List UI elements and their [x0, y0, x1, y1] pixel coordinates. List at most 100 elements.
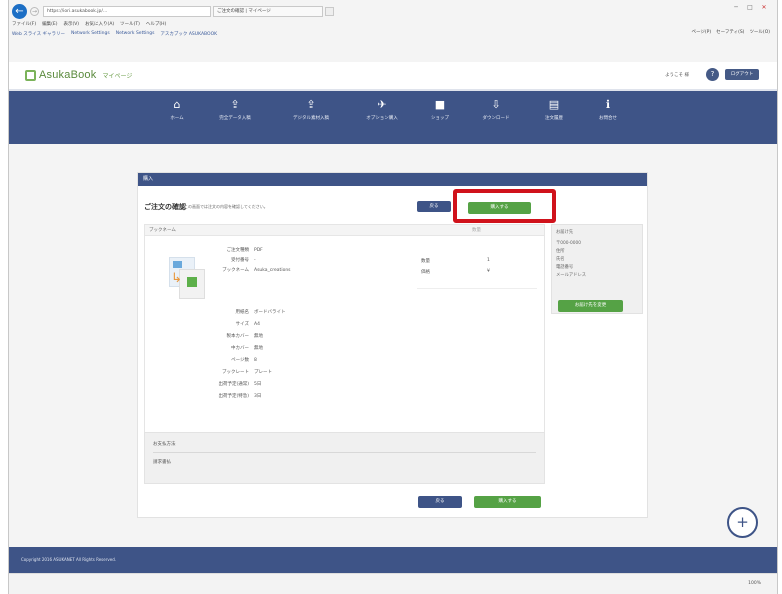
back-button-bottom[interactable]: 戻る: [418, 496, 462, 508]
favorite-link[interactable]: Network Settings: [116, 31, 155, 36]
change-shipping-button[interactable]: お届け先を変更: [558, 300, 623, 312]
logout-button[interactable]: ログアウト: [725, 69, 759, 80]
menu-file[interactable]: ファイル(F): [12, 21, 36, 27]
spec-key: サイズ: [235, 322, 249, 327]
menu-favorites[interactable]: お気に入り(A): [85, 21, 114, 27]
menu-edit[interactable]: 編集(E): [42, 21, 57, 27]
close-icon[interactable]: ✕: [758, 3, 770, 12]
address-row: ← → https://iori.asukabook.jp/... ご注文の確認…: [9, 2, 777, 20]
add-icon[interactable]: +: [727, 507, 758, 538]
maximize-icon[interactable]: □: [744, 3, 756, 12]
user-icon[interactable]: ?: [706, 68, 719, 81]
favorites-bar: Web スライス ギャラリー Network Settings Network …: [12, 29, 772, 38]
spec-row: 用紙名 ボードバライト: [205, 309, 405, 317]
browser-statusbar: 100%: [9, 573, 777, 594]
quantity-block: 数量 1 価格 ¥: [417, 252, 537, 289]
order-confirm-card: 購入 ご注文の確認 この画面では注文の内容を確認してください。 戻る 購入する …: [137, 172, 648, 518]
detail-row: 受付番号 -: [205, 257, 405, 265]
forward-arrow-icon[interactable]: →: [30, 6, 39, 16]
page-title: ご注文の確認: [144, 203, 186, 211]
shipping-title: お届け先: [556, 230, 574, 235]
detail-row: ブックネーム Asuka_creations: [205, 267, 405, 275]
tool-safety[interactable]: セーフティ(S): [716, 29, 744, 35]
main-navbar: ⌂ ホーム ⇪ 完全データ入稿 ⇪ デジタル素材入稿 ✈ オプション購入 ■ シ…: [9, 89, 777, 144]
back-button[interactable]: 戻る: [417, 201, 451, 212]
minimize-icon[interactable]: ─: [730, 3, 742, 12]
spec-value: 5日: [254, 382, 262, 387]
thumb-green: [187, 277, 197, 287]
menu-bar: ファイル(F) 編集(E) 表示(V) お気に入り(A) ツール(T) ヘルプ(…: [12, 21, 166, 27]
shipping-line: 氏名: [556, 257, 565, 262]
payment-title: お支払方法: [153, 442, 176, 447]
menu-help[interactable]: ヘルプ(H): [146, 21, 166, 27]
panel-header-qty: 数量: [472, 228, 481, 233]
nav-shop[interactable]: ■ ショップ: [415, 97, 465, 121]
menu-view[interactable]: 表示(V): [63, 21, 79, 27]
spec-key: 中カバー: [231, 346, 249, 351]
nav-contact[interactable]: ℹ お問合せ: [581, 97, 635, 121]
logo-text: AsukaBook: [39, 69, 97, 81]
spec-value: 3日: [254, 394, 262, 399]
spec-key: 出荷予定(通常): [218, 382, 249, 387]
spec-key: ページ数: [231, 358, 249, 363]
nav-download[interactable]: ⇩ ダウンロード: [465, 97, 527, 121]
favorite-link[interactable]: アスカブック ASUKABOOK: [160, 31, 217, 37]
spec-row: 製本カバー 無地: [205, 333, 405, 341]
plane-icon: ✈: [377, 98, 387, 111]
shipping-line: 電話番号: [556, 265, 574, 270]
nav-home[interactable]: ⌂ ホーム: [157, 97, 197, 121]
favorite-link[interactable]: Web スライス ギャラリー: [12, 31, 65, 37]
spec-value: プレート: [254, 370, 272, 375]
panel-header-label: ブックネーム: [149, 228, 176, 233]
shipping-line: 住所: [556, 249, 565, 254]
tool-page[interactable]: ページ(P): [691, 29, 711, 35]
document-icon: ▤: [548, 98, 560, 111]
spec-row: サイズ A4: [205, 321, 405, 329]
nav-label: ショップ: [431, 116, 449, 121]
payment-value: 請求書払: [153, 460, 171, 465]
qty-value: 1: [487, 258, 490, 263]
nav-label: ホーム: [170, 116, 184, 121]
download-icon: ⇩: [491, 98, 501, 111]
nav-label: オプション購入: [366, 116, 398, 121]
menu-tools[interactable]: ツール(T): [120, 21, 140, 27]
detail-value: PDF: [254, 248, 263, 253]
nav-option-purchase[interactable]: ✈ オプション購入: [349, 97, 415, 121]
spec-row: ページ数 8: [205, 357, 405, 365]
qty-key: 数量: [421, 259, 430, 264]
detail-value: Asuka_creations: [254, 268, 291, 273]
detail-key: 受付番号: [231, 258, 249, 263]
welcome-text: ようこそ 様: [665, 73, 689, 78]
site-logo[interactable]: AsukaBook マイページ: [25, 69, 132, 81]
order-detail-panel: ブックネーム 数量 ↳ ご注文種類 PDF 受付番号 - ブックネーム Asuk…: [144, 224, 545, 466]
confirm-note: この画面では注文の内容を確認してください。: [184, 204, 268, 209]
nav-complete-data[interactable]: ⇪ 完全データ入稿: [197, 97, 273, 121]
nav-label: ダウンロード: [482, 116, 510, 121]
spec-key: 出荷予定(特急): [218, 394, 249, 399]
price-value: ¥: [487, 269, 490, 274]
browser-tab[interactable]: ご注文の確認 | マイページ: [213, 5, 323, 17]
favorite-link[interactable]: Network Settings: [71, 31, 110, 36]
back-arrow-icon[interactable]: ←: [12, 3, 27, 19]
site-header: AsukaBook マイページ ようこそ 様 ? ログアウト: [9, 62, 777, 89]
nav-order-history[interactable]: ▤ 注文履歴: [527, 97, 581, 121]
new-tab-button[interactable]: [325, 6, 334, 16]
spec-key: ブックレート: [222, 370, 249, 375]
logo-subtitle: マイページ: [102, 72, 133, 80]
zoom-level[interactable]: 100%: [748, 581, 761, 586]
detail-value: -: [254, 258, 256, 263]
url-input[interactable]: https://iori.asukabook.jp/...: [43, 5, 211, 17]
spec-value: A4: [254, 322, 260, 327]
spec-key: 製本カバー: [226, 334, 250, 339]
purchase-button-bottom[interactable]: 購入する: [474, 496, 541, 508]
tool-tools[interactable]: ツール(O): [749, 29, 770, 35]
command-bar: ページ(P) セーフティ(S) ツール(O): [691, 29, 770, 35]
nav-digital-material[interactable]: ⇪ デジタル素材入稿: [273, 97, 349, 121]
payment-method-box: お支払方法 請求書払: [144, 432, 545, 484]
spec-value: ボードバライト: [254, 310, 286, 315]
spec-row: 出荷予定(通常) 5日: [205, 381, 405, 389]
price-key: 価格: [421, 270, 430, 275]
nav-label: 注文履歴: [545, 116, 563, 121]
window-controls: ─ □ ✕: [730, 3, 770, 12]
detail-key: ご注文種類: [226, 248, 250, 253]
